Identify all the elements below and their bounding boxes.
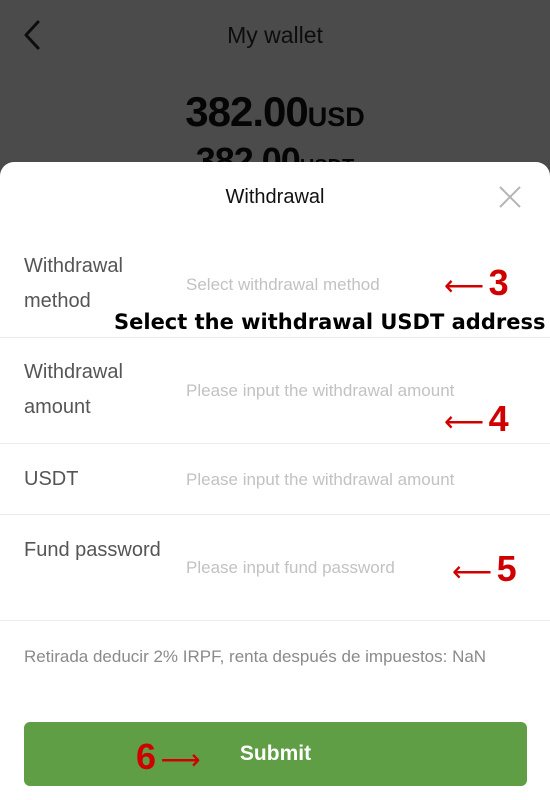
tax-note: Retirada deducir 2% IRPF, renta después … bbox=[24, 647, 487, 666]
wallet-header: My wallet 382.00USD 382.00USDT bbox=[0, 0, 550, 181]
usdt-row: USDT bbox=[0, 444, 550, 515]
withdrawal-amount-label: Withdrawal amount bbox=[24, 361, 123, 418]
annotation-step-4: ⟵ 4 bbox=[444, 398, 509, 440]
usdt-amount-input[interactable] bbox=[186, 465, 526, 495]
step-number: 3 bbox=[488, 262, 509, 303]
fund-password-label: Fund password bbox=[24, 539, 161, 561]
withdrawal-method-label: Withdrawal method bbox=[24, 255, 123, 312]
annotation-step-3: ⟵ 3 bbox=[444, 262, 509, 304]
step-number: 5 bbox=[496, 548, 517, 589]
close-icon[interactable] bbox=[497, 184, 523, 210]
step-number: 4 bbox=[488, 398, 509, 439]
balance-usd-unit: USD bbox=[307, 102, 365, 132]
balance-usd: 382.00USD bbox=[0, 88, 550, 136]
left-arrow-icon: ⟵ bbox=[444, 406, 485, 437]
page-title: My wallet bbox=[227, 22, 323, 48]
annotation-step-6: 6 ⟶ bbox=[136, 736, 201, 778]
withdrawal-modal: Withdrawal Withdrawal method Withdrawal … bbox=[0, 162, 550, 800]
step-number: 6 bbox=[136, 736, 157, 777]
modal-title: Withdrawal bbox=[225, 186, 325, 208]
annotation-caption: Select the withdrawal USDT address bbox=[114, 310, 546, 334]
left-arrow-icon: ⟵ bbox=[452, 556, 493, 587]
balance-usd-value: 382.00 bbox=[185, 88, 308, 135]
annotation-step-5: ⟵ 5 bbox=[452, 548, 517, 590]
submit-button[interactable]: Submit bbox=[24, 722, 527, 786]
right-arrow-icon: ⟶ bbox=[160, 744, 201, 775]
left-arrow-icon: ⟵ bbox=[444, 270, 485, 301]
usdt-label: USDT bbox=[24, 468, 79, 490]
